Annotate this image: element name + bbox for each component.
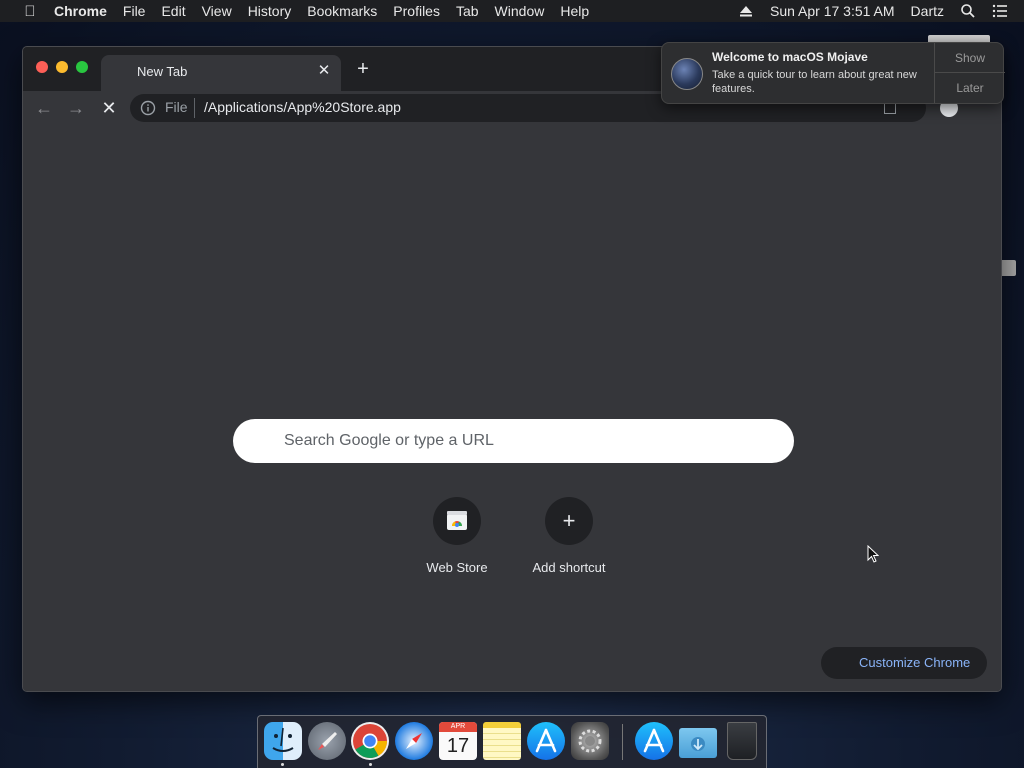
- dock-finder-icon[interactable]: [264, 722, 302, 760]
- stop-loading-icon[interactable]: ✕: [98, 97, 120, 119]
- menu-window[interactable]: Window: [495, 3, 545, 19]
- menu-profiles[interactable]: Profiles: [393, 3, 440, 19]
- dock: APR 17: [257, 715, 767, 768]
- customize-chrome-button[interactable]: Customize Chrome: [821, 647, 987, 679]
- menu-bar-status: Sun Apr 17 3:51 AM Dartz: [738, 0, 1024, 22]
- shortcut-web-store-label: Web Store: [426, 560, 488, 575]
- shortcut-add-label: Add shortcut: [532, 560, 606, 575]
- minimize-window-button[interactable]: [56, 61, 68, 73]
- new-tab-button[interactable]: +: [353, 59, 373, 79]
- back-arrow-icon[interactable]: ←: [33, 97, 55, 119]
- dock-app-store-icon[interactable]: [527, 722, 565, 760]
- info-icon[interactable]: [140, 100, 156, 116]
- tab-title: New Tab: [137, 64, 188, 79]
- dock-launchpad-icon[interactable]: [308, 722, 346, 760]
- notification-body: Take a quick tour to learn about great n…: [712, 69, 917, 95]
- dock-calendar-icon[interactable]: APR 17: [439, 722, 477, 760]
- dock-chrome-icon[interactable]: [351, 722, 389, 760]
- dock-trash-icon[interactable]: [727, 722, 757, 760]
- eject-icon[interactable]: [738, 3, 754, 19]
- notification-show-button[interactable]: Show: [935, 43, 1005, 73]
- tab-new-tab[interactable]: New Tab ✕: [101, 55, 341, 91]
- mouse-pointer-icon: [867, 545, 879, 563]
- address-divider: [194, 98, 195, 118]
- forward-arrow-icon[interactable]: →: [65, 97, 87, 119]
- calendar-month: APR: [439, 722, 477, 732]
- notification-actions: Show Later: [934, 43, 1005, 103]
- menu-bookmarks[interactable]: Bookmarks: [307, 3, 377, 19]
- chrome-running-indicator: [369, 763, 372, 766]
- macos-mojave-logo-icon: [671, 58, 703, 90]
- dock-system-preferences-icon[interactable]: [571, 722, 609, 760]
- address-scheme: File: [165, 99, 188, 115]
- notification-center-icon[interactable]: [992, 3, 1008, 19]
- desktop-item-edge[interactable]: [1000, 260, 1016, 276]
- search-box[interactable]: Search Google or type a URL: [233, 419, 794, 463]
- menu-bar:  Chrome File Edit View History Bookmark…: [0, 0, 1024, 22]
- finder-running-indicator: [281, 763, 284, 766]
- menu-file[interactable]: File: [123, 3, 146, 19]
- zoom-window-button[interactable]: [76, 61, 88, 73]
- menu-history[interactable]: History: [248, 3, 292, 19]
- plus-icon: +: [562, 508, 576, 533]
- add-shortcut-tile[interactable]: +: [545, 497, 593, 545]
- address-url[interactable]: /Applications/App%20Store.app: [204, 99, 401, 115]
- close-window-button[interactable]: [36, 61, 48, 73]
- menu-app-name[interactable]: Chrome: [54, 3, 107, 19]
- menu-edit[interactable]: Edit: [161, 3, 185, 19]
- menu-user[interactable]: Dartz: [911, 3, 944, 19]
- dock-separator: [622, 724, 623, 760]
- search-placeholder: Search Google or type a URL: [284, 432, 494, 449]
- notification-title: Welcome to macOS Mojave: [712, 50, 868, 64]
- shortcut-web-store-tile[interactable]: [433, 497, 481, 545]
- dock-safari-icon[interactable]: [395, 722, 433, 760]
- menu-datetime[interactable]: Sun Apr 17 3:51 AM: [770, 3, 895, 19]
- dock-notes-icon[interactable]: [483, 722, 521, 760]
- new-tab-page: Search Google or type a URL Web Store + …: [23, 125, 1001, 691]
- web-store-icon: [447, 511, 467, 530]
- customize-chrome-label: Customize Chrome: [859, 655, 971, 670]
- spotlight-search-icon[interactable]: [960, 3, 976, 19]
- chrome-window: New Tab ✕ + ← → ✕ File /Applications/App…: [22, 46, 1002, 692]
- shortcut-add[interactable]: + Add shortcut: [513, 497, 625, 587]
- apple-menu-icon[interactable]: : [20, 3, 40, 20]
- dock-app-store-folder-icon[interactable]: [635, 722, 673, 760]
- notification-later-button[interactable]: Later: [935, 73, 1005, 103]
- close-tab-icon[interactable]: ✕: [315, 62, 333, 80]
- mojave-notification[interactable]: Welcome to macOS Mojave Take a quick tou…: [661, 42, 1005, 104]
- menu-tab[interactable]: Tab: [456, 3, 479, 19]
- menu-help[interactable]: Help: [560, 3, 589, 19]
- dock-downloads-folder-icon[interactable]: [679, 728, 717, 758]
- shortcut-web-store[interactable]: Web Store: [401, 497, 513, 587]
- calendar-day: 17: [446, 735, 470, 757]
- menu-view[interactable]: View: [202, 3, 232, 19]
